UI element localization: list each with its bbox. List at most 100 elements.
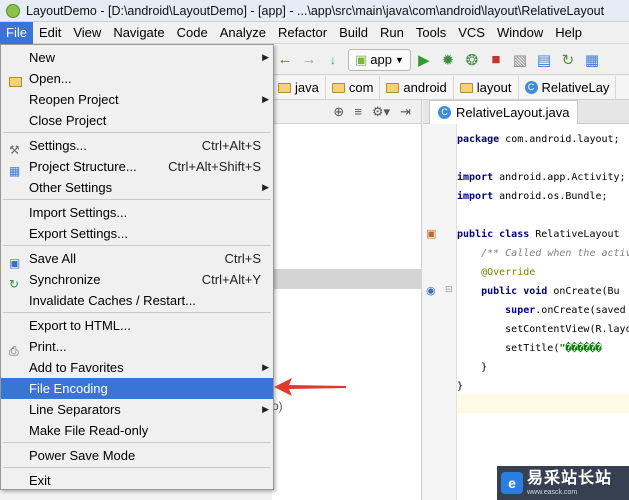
menu-item-export-to-html[interactable]: Export to HTML...	[1, 315, 273, 336]
menu-navigate[interactable]: Navigate	[107, 22, 170, 44]
menu-item-label: Export to HTML...	[29, 318, 131, 333]
menu-item-label: Other Settings	[29, 180, 113, 195]
sdk-manager-icon[interactable]: ▤	[533, 49, 555, 71]
code-line[interactable]: public class RelativeLayout	[457, 225, 620, 244]
menu-separator	[3, 132, 271, 133]
breadcrumb-item-class[interactable]: C RelativeLay	[519, 76, 617, 99]
menu-item-label: Settings...	[29, 138, 87, 153]
submenu-arrow-icon: ▶	[262, 182, 269, 192]
menu-window[interactable]: Window	[491, 22, 549, 44]
code-line[interactable]: /** Called when the activ	[457, 244, 629, 263]
menu-item-new[interactable]: New ▶	[1, 47, 273, 68]
selected-tree-row[interactable]	[272, 269, 422, 289]
back-icon[interactable]: ←	[274, 49, 296, 71]
code-token: setContentView(R.layo	[457, 324, 629, 335]
menu-vcs[interactable]: VCS	[452, 22, 491, 44]
menu-view[interactable]: View	[67, 22, 107, 44]
menu-item-synchronize[interactable]: ↻ Synchronize Ctrl+Alt+Y	[1, 269, 273, 291]
code-line[interactable]: super.onCreate(saved	[457, 301, 625, 320]
menu-build[interactable]: Build	[333, 22, 374, 44]
code-token: package	[457, 134, 500, 145]
menu-file[interactable]: File	[0, 21, 33, 44]
code-line[interactable]: }	[457, 358, 487, 377]
code-token: setTitle(	[457, 343, 560, 354]
collapse-all-icon[interactable]: ≡	[354, 104, 362, 119]
code-line[interactable]: setContentView(R.layo	[457, 320, 629, 339]
sync-gradle-icon[interactable]: ↻	[557, 49, 579, 71]
menu-item-label: Open...	[29, 71, 72, 86]
menu-item-make-file-read-only[interactable]: Make File Read-only	[1, 420, 273, 441]
hide-panel-icon[interactable]: ⇥	[400, 104, 411, 120]
android-studio-icon	[6, 3, 20, 18]
menu-item-add-to-favorites[interactable]: Add to Favorites ▶	[1, 357, 273, 378]
breadcrumb-item-layout[interactable]: layout	[454, 76, 519, 99]
fold-icon[interactable]: ⊟	[445, 284, 453, 295]
menu-item-shortcut: Ctrl+Alt+Shift+S	[168, 159, 261, 174]
menu-item-reopen-project[interactable]: Reopen Project ▶	[1, 89, 273, 110]
breadcrumb-item-java[interactable]: java	[272, 76, 326, 99]
menu-item-other-settings[interactable]: Other Settings ▶	[1, 177, 273, 198]
menu-item-line-separators[interactable]: Line Separators ▶	[1, 399, 273, 420]
caret-line-highlight	[457, 394, 629, 413]
menu-item-power-save-mode[interactable]: Power Save Mode	[1, 445, 273, 466]
menu-item-invalidate-caches-restart[interactable]: Invalidate Caches / Restart...	[1, 290, 273, 311]
menu-code[interactable]: Code	[171, 22, 214, 44]
code-line[interactable]: }	[457, 377, 463, 396]
crosshair-icon[interactable]: ⊕	[333, 104, 344, 120]
build-icon[interactable]: ↓	[322, 49, 344, 71]
synchronize-icon: ↻	[9, 277, 20, 291]
tab-label: RelativeLayout.java	[456, 105, 570, 120]
forward-icon[interactable]: →	[298, 49, 320, 71]
menu-item-close-project[interactable]: Close Project	[1, 110, 273, 131]
breadcrumb-item-com[interactable]: com	[326, 76, 381, 99]
code-token: }	[457, 362, 488, 373]
code-line[interactable]: public void onCreate(Bu	[457, 282, 619, 301]
override-marker-icon[interactable]: ◉	[426, 284, 436, 297]
annotation-arrow-shape	[274, 378, 346, 396]
menu-item-settings[interactable]: ⚒ Settings... Ctrl+Alt+S	[1, 135, 273, 157]
editor-gutter: ▣ ◉ ⊟	[423, 124, 457, 500]
code-line[interactable]: @Override	[457, 263, 535, 282]
watermark-logo: e	[501, 472, 523, 494]
menu-item-project-structure[interactable]: ▦ Project Structure... Ctrl+Alt+Shift+S	[1, 156, 273, 178]
menu-help[interactable]: Help	[549, 22, 588, 44]
menu-item-print[interactable]: ⎙ Print...	[1, 336, 273, 358]
debug-icon[interactable]: ✹	[437, 49, 459, 71]
code-line[interactable]: import android.app.Activity;	[457, 168, 626, 187]
menu-item-open[interactable]: Open...	[1, 68, 273, 89]
folder-icon	[459, 82, 473, 93]
run-icon[interactable]: ▶	[413, 49, 435, 71]
title-bar: LayoutDemo - [D:\android\LayoutDemo] - […	[0, 0, 629, 22]
stop-icon[interactable]: ■	[485, 49, 507, 71]
submenu-arrow-icon: ▶	[262, 362, 269, 372]
menu-item-file-encoding[interactable]: File Encoding	[1, 378, 273, 399]
implement-marker-icon[interactable]: ▣	[426, 227, 436, 240]
tab-relativelayout-java[interactable]: C RelativeLayout.java	[429, 100, 579, 124]
code-line[interactable]: import android.os.Bundle;	[457, 187, 608, 206]
menu-refactor[interactable]: Refactor	[272, 22, 333, 44]
menu-item-exit[interactable]: Exit	[1, 470, 273, 491]
attach-debugger-icon[interactable]: ❂	[461, 49, 483, 71]
run-config-select[interactable]: ▣ app ▼	[348, 48, 411, 71]
menu-tools[interactable]: Tools	[410, 22, 452, 44]
code-line[interactable]: setTitle("������	[457, 339, 601, 358]
gear-icon[interactable]: ⚙▾	[372, 104, 390, 120]
menu-item-export-settings[interactable]: Export Settings...	[1, 223, 273, 244]
menu-item-shortcut: Ctrl+Alt+Y	[201, 272, 261, 287]
code-line[interactable]: package com.android.layout;	[457, 130, 620, 149]
breadcrumb-item-android[interactable]: android	[380, 76, 454, 99]
menu-item-save-all[interactable]: ▣ Save All Ctrl+S	[1, 248, 273, 270]
profile-icon[interactable]: ▧	[509, 49, 531, 71]
submenu-arrow-icon: ▶	[262, 94, 269, 104]
menu-edit[interactable]: Edit	[33, 22, 67, 44]
menu-run[interactable]: Run	[374, 22, 410, 44]
menu-separator	[3, 312, 271, 313]
folder-icon	[386, 82, 400, 93]
avd-manager-icon[interactable]: ▦	[581, 49, 603, 71]
menu-analyze[interactable]: Analyze	[214, 22, 272, 44]
menu-item-import-settings[interactable]: Import Settings...	[1, 202, 273, 223]
code-token: import	[457, 172, 494, 183]
menu-separator	[3, 199, 271, 200]
code-token: super	[457, 305, 536, 316]
menu-item-label: Invalidate Caches / Restart...	[29, 293, 196, 308]
